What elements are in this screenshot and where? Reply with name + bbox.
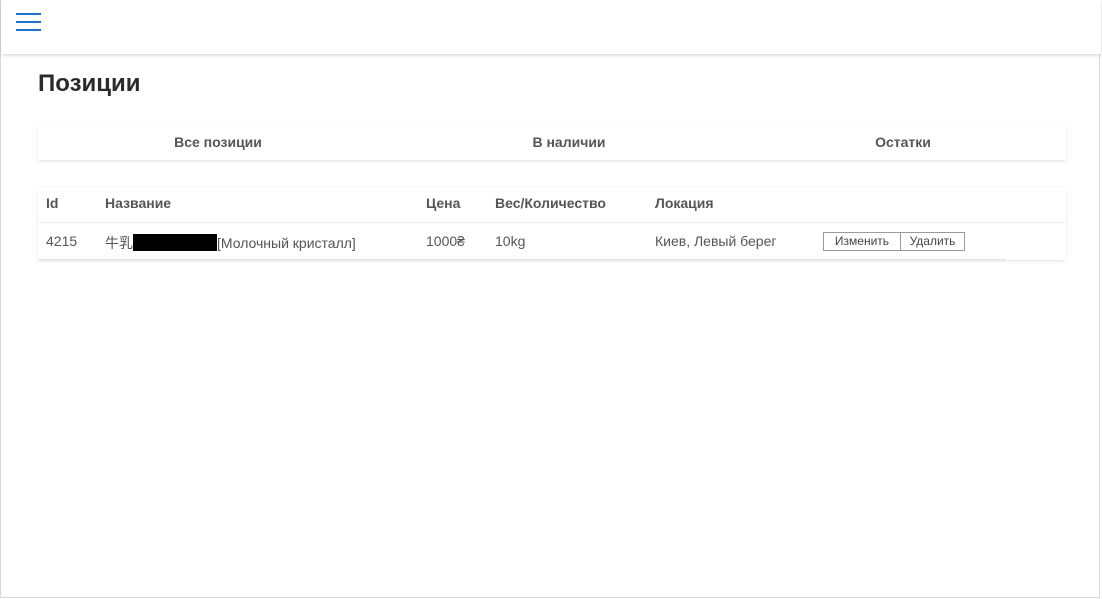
header-divider xyxy=(38,222,1066,223)
column-header-id[interactable]: Id xyxy=(46,195,58,211)
tab-all-positions[interactable]: Все позиции xyxy=(38,124,398,160)
positions-table: Id Название Цена Вес/Количество Локация … xyxy=(38,187,1066,260)
cell-price: 1000₴ xyxy=(426,233,465,249)
delete-button[interactable]: Удалить xyxy=(900,232,965,251)
app-window: Позиции Все позиции В наличии Остатки Id… xyxy=(0,0,1101,598)
cell-weight: 10kg xyxy=(495,233,526,249)
edit-button[interactable]: Изменить xyxy=(823,232,901,251)
column-header-name[interactable]: Название xyxy=(105,195,171,211)
column-header-weight[interactable]: Вес/Количество xyxy=(495,195,606,211)
cell-id: 4215 xyxy=(46,233,78,249)
page-title: Позиции xyxy=(38,70,141,97)
column-header-price[interactable]: Цена xyxy=(426,195,460,211)
menu-line xyxy=(16,29,41,31)
cell-name: 牛乳 [Молочный кристалл] xyxy=(105,233,356,253)
row-divider xyxy=(38,259,1006,260)
top-navbar xyxy=(1,0,1101,54)
hamburger-menu-icon[interactable] xyxy=(16,12,42,32)
tab-leftovers[interactable]: Остатки xyxy=(733,124,1073,160)
menu-line xyxy=(16,13,41,15)
redacted-block xyxy=(133,234,217,251)
menu-line xyxy=(16,21,41,23)
cell-location: Киев, Левый берег xyxy=(655,233,777,249)
tabs-bar: Все позиции В наличии Остатки xyxy=(38,124,1066,160)
column-header-location[interactable]: Локация xyxy=(655,195,714,211)
tab-in-stock[interactable]: В наличии xyxy=(389,124,749,160)
name-suffix: [Молочный кристалл] xyxy=(217,235,356,251)
name-prefix: 牛乳 xyxy=(105,235,133,251)
